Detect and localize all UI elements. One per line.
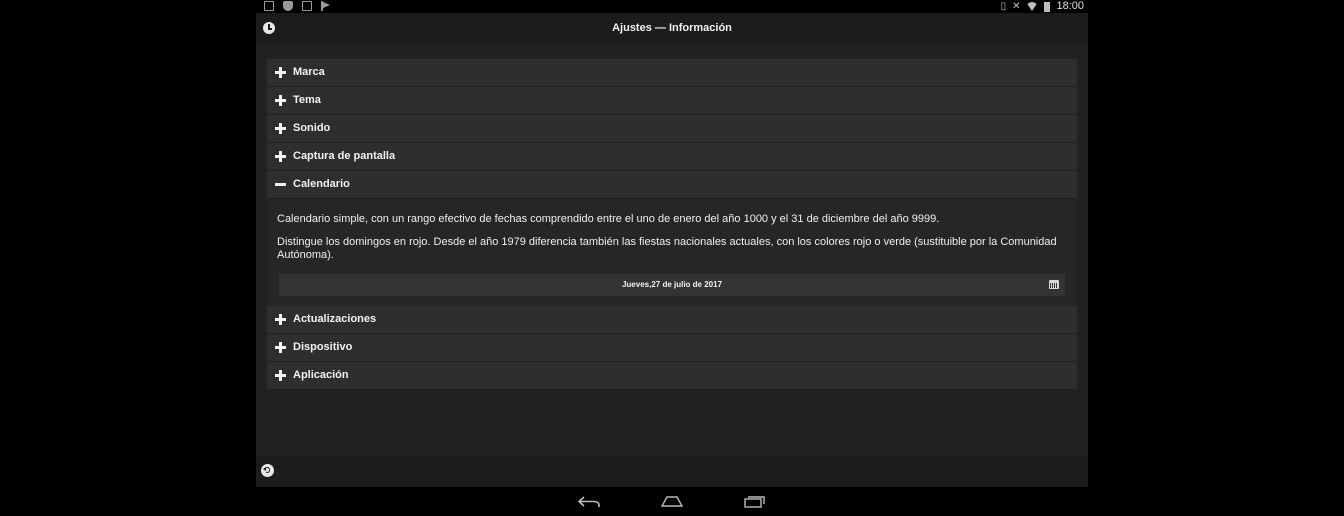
minus-icon: [275, 179, 286, 190]
calendar-description-holidays: Distingue los domingos en rojo. Desde el…: [277, 236, 1057, 261]
battery-icon: [1044, 1, 1051, 12]
current-date: Jueves,27 de julio de 2017: [621, 280, 723, 289]
section-dispositivo[interactable]: Dispositivo: [267, 334, 1077, 362]
section-calendario[interactable]: Calendario: [267, 171, 1077, 199]
mute-icon: ✕: [1012, 1, 1021, 12]
section-aplicacion[interactable]: Aplicación: [267, 362, 1077, 390]
bottom-bar: [256, 456, 1088, 487]
settings-list: Marca Tema Sonido Captura de pantalla Ca…: [267, 59, 1077, 390]
plus-icon: [275, 95, 286, 106]
recents-icon[interactable]: [744, 495, 766, 508]
plus-icon: [275, 67, 286, 78]
calendar-icon[interactable]: [1049, 280, 1059, 289]
section-actualizaciones[interactable]: Actualizaciones: [267, 306, 1077, 334]
navigation-bar: [256, 487, 1088, 516]
section-tema[interactable]: Tema: [267, 87, 1077, 115]
screen-icon: [264, 1, 274, 11]
flag-icon: [321, 1, 330, 11]
shield-icon: [283, 1, 293, 11]
page-title: Ajustes — Información: [612, 22, 732, 34]
section-marca[interactable]: Marca: [267, 59, 1077, 87]
plus-icon: [275, 123, 286, 134]
plus-icon: [275, 370, 286, 381]
plus-icon: [275, 151, 286, 162]
clock-time: 18:00: [1056, 0, 1084, 12]
section-label: Marca: [293, 66, 325, 78]
section-captura[interactable]: Captura de pantalla: [267, 143, 1077, 171]
section-label: Actualizaciones: [293, 313, 377, 325]
calendar-panel: Calendario simple, con un rango efectivo…: [267, 199, 1077, 306]
app-window: Ajustes — Información Marca Tema Sonido …: [256, 13, 1088, 487]
back-icon[interactable]: [578, 495, 600, 508]
section-label: Aplicación: [293, 369, 349, 381]
calendar-description: Calendario simple, con un rango efectivo…: [277, 213, 940, 225]
home-icon[interactable]: [661, 496, 683, 507]
section-sonido[interactable]: Sonido: [267, 115, 1077, 143]
image-icon: [302, 1, 312, 11]
status-bar: ▯ ✕ 18:00: [256, 0, 1088, 13]
wifi-icon: [1026, 2, 1039, 11]
vibrate-icon: ▯: [1000, 1, 1007, 12]
section-label: Sonido: [293, 122, 331, 134]
date-picker[interactable]: Jueves,27 de julio de 2017: [279, 274, 1065, 296]
plus-icon: [275, 342, 286, 353]
undo-icon[interactable]: [261, 464, 274, 477]
section-label: Dispositivo: [293, 341, 353, 353]
section-label: Captura de pantalla: [293, 150, 396, 162]
section-label: Calendario: [293, 178, 350, 190]
plus-icon: [275, 314, 286, 325]
title-bar: Ajustes — Información: [256, 13, 1088, 43]
section-label: Tema: [293, 94, 321, 106]
